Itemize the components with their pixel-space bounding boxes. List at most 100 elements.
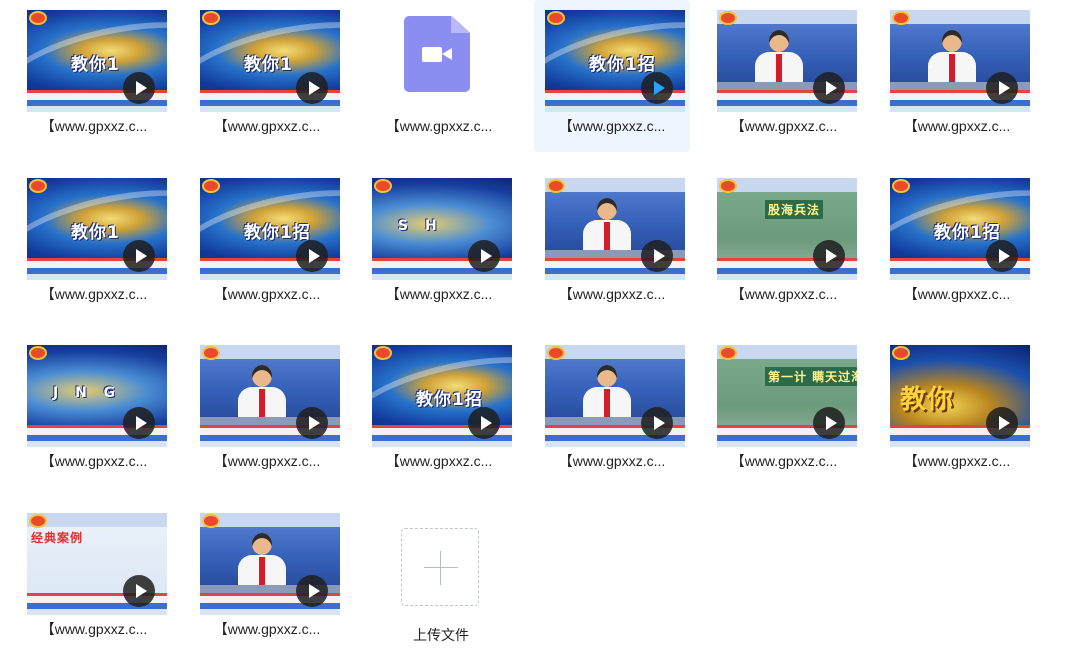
file-item[interactable]: 教你 【www.gpxxz.c...: [879, 335, 1035, 487]
play-icon[interactable]: [468, 407, 500, 439]
file-name: 【www.gpxxz.c...: [903, 286, 1011, 302]
thumbnail-caption: 教你: [900, 385, 955, 415]
play-icon[interactable]: [296, 72, 328, 104]
file-name: 【www.gpxxz.c...: [40, 286, 148, 302]
video-thumbnail: [200, 513, 340, 615]
channel-logo-icon: [204, 181, 218, 191]
video-thumbnail: 教你1招: [890, 178, 1030, 280]
channel-logo-icon: [31, 348, 45, 358]
file-name: 【www.gpxxz.c...: [903, 118, 1011, 134]
play-icon[interactable]: [296, 575, 328, 607]
file-name: 【www.gpxxz.c...: [385, 118, 493, 134]
file-item[interactable]: 教你1招 【www.gpxxz.c...: [361, 335, 517, 487]
channel-logo-icon: [204, 516, 218, 526]
file-item[interactable]: 教你1 【www.gpxxz.c...: [16, 168, 172, 320]
file-item[interactable]: 【www.gpxxz.c...: [534, 168, 690, 320]
file-item[interactable]: 教你1 【www.gpxxz.c...: [189, 0, 345, 152]
file-item[interactable]: 教你1 【www.gpxxz.c...: [16, 0, 172, 152]
thumbnail-caption: 教你1: [71, 223, 120, 243]
play-icon[interactable]: [296, 240, 328, 272]
play-icon[interactable]: [123, 240, 155, 272]
file-item[interactable]: 【www.gpxxz.c...: [706, 0, 862, 152]
play-icon[interactable]: [986, 240, 1018, 272]
plus-icon: [424, 567, 458, 568]
video-thumbnail: 教你1招: [200, 178, 340, 280]
channel-logo-icon: [204, 13, 218, 23]
channel-logo-icon: [721, 348, 735, 358]
channel-logo-icon: [894, 13, 908, 23]
file-item[interactable]: 【www.gpxxz.c...: [189, 503, 345, 655]
upload-button[interactable]: [401, 528, 479, 606]
file-name: 【www.gpxxz.c...: [558, 118, 666, 134]
thumbnail-caption: 经典案例: [31, 531, 84, 545]
play-icon[interactable]: [641, 240, 673, 272]
file-item[interactable]: J N G 【www.gpxxz.c...: [16, 335, 172, 487]
file-name: 【www.gpxxz.c...: [730, 453, 838, 469]
play-icon[interactable]: [986, 407, 1018, 439]
thumbnail-caption: 股海兵法: [765, 200, 824, 219]
upload-label: 上传文件: [413, 627, 469, 643]
file-item[interactable]: S H 【www.gpxxz.c...: [361, 168, 517, 320]
channel-logo-icon: [31, 516, 45, 526]
channel-logo-icon: [31, 13, 45, 23]
file-item[interactable]: 教你1招【www.gpxxz.c...: [879, 168, 1035, 320]
channel-logo-icon: [31, 181, 45, 191]
thumbnail-caption: 教你1招: [934, 223, 1001, 243]
thumbnail-caption: 教你1招: [244, 223, 311, 243]
video-thumbnail: [890, 10, 1030, 112]
file-name: 【www.gpxxz.c...: [40, 453, 148, 469]
play-icon[interactable]: [813, 407, 845, 439]
file-item[interactable]: 教你1招【www.gpxxz.c...: [189, 168, 345, 320]
play-icon[interactable]: [641, 407, 673, 439]
file-item[interactable]: 【www.gpxxz.c...: [189, 335, 345, 487]
channel-logo-icon: [549, 181, 563, 191]
video-thumbnail: 经典案例: [27, 513, 167, 615]
thumbnail-caption: S H: [398, 218, 443, 234]
play-icon[interactable]: [813, 240, 845, 272]
file-item[interactable]: 第一计 瞒天过海【www.gpxxz.c...: [706, 335, 862, 487]
channel-logo-icon: [894, 181, 908, 191]
video-thumbnail: 教你1招: [372, 345, 512, 447]
channel-logo-icon: [376, 348, 390, 358]
video-thumbnail: 教你1: [27, 10, 167, 112]
video-thumbnail: 教你1: [27, 178, 167, 280]
video-thumbnail: J N G: [27, 345, 167, 447]
play-icon[interactable]: [813, 72, 845, 104]
file-item[interactable]: 教你1招【www.gpxxz.c...: [534, 0, 690, 152]
play-icon[interactable]: [641, 72, 673, 104]
thumbnail-caption: 教你1: [71, 55, 120, 75]
video-thumbnail: [200, 345, 340, 447]
file-name: 【www.gpxxz.c...: [213, 118, 321, 134]
play-icon[interactable]: [123, 407, 155, 439]
channel-logo-icon: [549, 348, 563, 358]
file-name: 【www.gpxxz.c...: [385, 286, 493, 302]
file-name: 【www.gpxxz.c...: [730, 286, 838, 302]
play-icon[interactable]: [296, 407, 328, 439]
file-item[interactable]: 【www.gpxxz.c...: [534, 335, 690, 487]
video-file-icon: [404, 16, 470, 92]
channel-logo-icon: [549, 13, 563, 23]
file-item[interactable]: 股海兵法【www.gpxxz.c...: [706, 168, 862, 320]
video-thumbnail: 教你: [890, 345, 1030, 447]
play-icon[interactable]: [123, 72, 155, 104]
play-icon[interactable]: [468, 240, 500, 272]
play-icon[interactable]: [123, 575, 155, 607]
video-thumbnail: [545, 345, 685, 447]
thumbnail-caption: 教你1招: [416, 390, 483, 410]
video-thumbnail: 股海兵法: [717, 178, 857, 280]
video-thumbnail: [545, 178, 685, 280]
file-item[interactable]: 【www.gpxxz.c...: [361, 0, 517, 152]
file-item[interactable]: 【www.gpxxz.c...: [879, 0, 1035, 152]
file-name: 【www.gpxxz.c...: [213, 286, 321, 302]
thumbnail-caption: J N G: [53, 385, 122, 401]
file-name: 【www.gpxxz.c...: [40, 621, 148, 637]
channel-logo-icon: [894, 348, 908, 358]
file-item[interactable]: 经典案例【www.gpxxz.c...: [16, 503, 172, 655]
file-name: 【www.gpxxz.c...: [213, 621, 321, 637]
channel-logo-icon: [721, 13, 735, 23]
thumbnail-caption: 教你1招: [589, 55, 656, 75]
file-name: 【www.gpxxz.c...: [558, 286, 666, 302]
video-thumbnail: [717, 10, 857, 112]
video-thumbnail: 第一计 瞒天过海: [717, 345, 857, 447]
play-icon[interactable]: [986, 72, 1018, 104]
